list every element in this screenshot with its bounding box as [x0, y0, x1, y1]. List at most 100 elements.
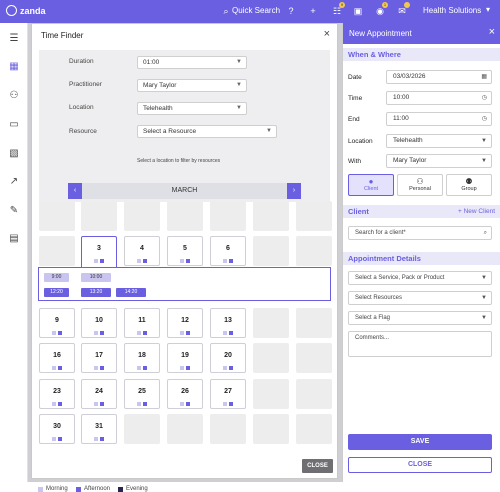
- calendar-empty-cell: [253, 414, 289, 444]
- next-month-button[interactable]: ›: [287, 183, 301, 199]
- availability-dot: [180, 402, 184, 406]
- help-icon[interactable]: ?: [285, 5, 297, 17]
- with-select[interactable]: Mary Taylor ▼: [386, 154, 492, 168]
- day-number: 19: [181, 352, 189, 359]
- calendar-day[interactable]: 13: [210, 308, 246, 338]
- close-button[interactable]: CLOSE: [302, 459, 333, 473]
- document-icon[interactable]: ▤: [7, 233, 21, 245]
- caret-icon: ▼: [236, 82, 242, 88]
- resources-select[interactable]: Select Resources ▼: [348, 291, 492, 305]
- search-icon[interactable]: ⌕: [220, 5, 232, 17]
- plus-icon[interactable]: +: [307, 5, 319, 17]
- calendar-empty-cell: [296, 236, 332, 266]
- availability-dot: [58, 402, 62, 406]
- availability-dot: [223, 366, 227, 370]
- save-button[interactable]: SAVE: [348, 434, 492, 450]
- practitioner-select[interactable]: Mary Taylor ▼: [137, 79, 247, 92]
- calendar-day[interactable]: 25: [124, 379, 160, 409]
- calendar-day[interactable]: 4: [124, 236, 160, 266]
- resource-label: Resource: [69, 128, 97, 135]
- app-logo[interactable]: zanda: [6, 5, 46, 16]
- comments-textarea[interactable]: Comments...: [348, 331, 492, 357]
- calendar-day[interactable]: 20: [210, 343, 246, 373]
- quick-search-link[interactable]: Quick Search: [232, 6, 280, 15]
- menu-icon[interactable]: ☰: [7, 33, 21, 45]
- availability-dot: [94, 437, 98, 441]
- duration-select[interactable]: 01:00 ▼: [137, 56, 247, 69]
- calendar-day[interactable]: 18: [124, 343, 160, 373]
- people-icon[interactable]: ⚇: [7, 90, 21, 102]
- calendar-day[interactable]: 16: [39, 343, 75, 373]
- service-select[interactable]: Select a Service, Pack or Product ▼: [348, 271, 492, 285]
- practitioner-label: Practitioner: [69, 81, 102, 88]
- calendar-day[interactable]: 30: [39, 414, 75, 444]
- day-number: 17: [95, 352, 103, 359]
- date-field[interactable]: 03/03/2026 ▦: [386, 70, 492, 84]
- settings-icon[interactable]: ✎: [7, 205, 21, 217]
- notifications-badge: 9: [339, 2, 345, 8]
- calendar-day[interactable]: 6: [210, 236, 246, 266]
- calendar-day[interactable]: 26: [167, 379, 203, 409]
- slot-afternoon[interactable]: 12:20: [44, 288, 69, 297]
- availability-dot: [229, 366, 233, 370]
- new-client-link[interactable]: + New Client: [458, 205, 495, 218]
- calendar-icon[interactable]: ▣: [352, 5, 364, 17]
- slot-morning[interactable]: 9:00: [44, 273, 69, 282]
- client-search-input[interactable]: Search for a client* ⌕: [348, 226, 492, 240]
- calendar-day[interactable]: 11: [124, 308, 160, 338]
- location-select[interactable]: Telehealth ▼: [137, 102, 247, 115]
- calendar-empty-cell: [296, 308, 332, 338]
- calendar-day[interactable]: 31: [81, 414, 117, 444]
- billing-icon[interactable]: ▭: [7, 119, 21, 131]
- slot-afternoon[interactable]: 14:20: [116, 288, 146, 297]
- slot-afternoon[interactable]: 13:20: [81, 288, 111, 297]
- location-select[interactable]: Telehealth ▼: [386, 134, 492, 148]
- day-number: 30: [53, 423, 61, 430]
- calendar-day[interactable]: 9: [39, 308, 75, 338]
- calendar-day[interactable]: 3: [81, 236, 117, 270]
- calendar-empty-cell: [39, 201, 75, 231]
- end-field[interactable]: 11:00 ◷: [386, 112, 492, 126]
- calendar-day[interactable]: 17: [81, 343, 117, 373]
- appointment-details-section: Appointment Details: [343, 252, 500, 265]
- calendar-day[interactable]: 5: [167, 236, 203, 266]
- type-personal-button[interactable]: ⚇ Personal: [397, 174, 443, 196]
- slot-morning[interactable]: 10:00: [81, 273, 111, 282]
- time-field[interactable]: 10:00 ◷: [386, 91, 492, 105]
- availability-dot: [180, 259, 184, 263]
- calendar-icon[interactable]: ▦: [7, 61, 21, 73]
- group-icon: ⚉: [465, 177, 473, 186]
- legend-evening: Evening: [118, 486, 148, 492]
- resource-select[interactable]: Select a Resource ▼: [137, 125, 277, 138]
- calendar-day[interactable]: 23: [39, 379, 75, 409]
- flag-select[interactable]: Select a Flag ▼: [348, 311, 492, 325]
- availability-dot: [143, 402, 147, 406]
- calendar-empty-cell: [167, 201, 203, 231]
- type-client-button[interactable]: ● Client: [348, 174, 394, 196]
- calendar-day[interactable]: 24: [81, 379, 117, 409]
- prev-month-button[interactable]: ‹: [68, 183, 82, 199]
- reports-icon[interactable]: ↗: [7, 176, 21, 188]
- org-name[interactable]: Health Solutions: [423, 6, 481, 15]
- day-number: 10: [95, 317, 103, 324]
- calendar-icon: ▦: [481, 74, 487, 80]
- messages-badge: [404, 2, 410, 8]
- type-group-button[interactable]: ⚉ Group: [446, 174, 492, 196]
- date-label: Date: [348, 74, 362, 81]
- month-label: MARCH: [171, 187, 198, 194]
- end-label: End: [348, 116, 360, 123]
- caret-icon: ▼: [236, 105, 242, 111]
- close-button[interactable]: CLOSE: [348, 457, 492, 473]
- close-icon[interactable]: ×: [324, 28, 330, 40]
- caret-icon: ▼: [481, 158, 487, 164]
- close-icon[interactable]: ×: [489, 26, 495, 38]
- chevron-down-icon[interactable]: ▾: [486, 5, 490, 14]
- calendar-day[interactable]: 27: [210, 379, 246, 409]
- calendar-day[interactable]: 10: [81, 308, 117, 338]
- calendar-empty-cell: [253, 236, 289, 266]
- caret-icon: ▼: [481, 275, 487, 281]
- gallery-icon[interactable]: ▧: [7, 148, 21, 160]
- duration-label: Duration: [69, 58, 94, 65]
- calendar-day[interactable]: 19: [167, 343, 203, 373]
- calendar-day[interactable]: 12: [167, 308, 203, 338]
